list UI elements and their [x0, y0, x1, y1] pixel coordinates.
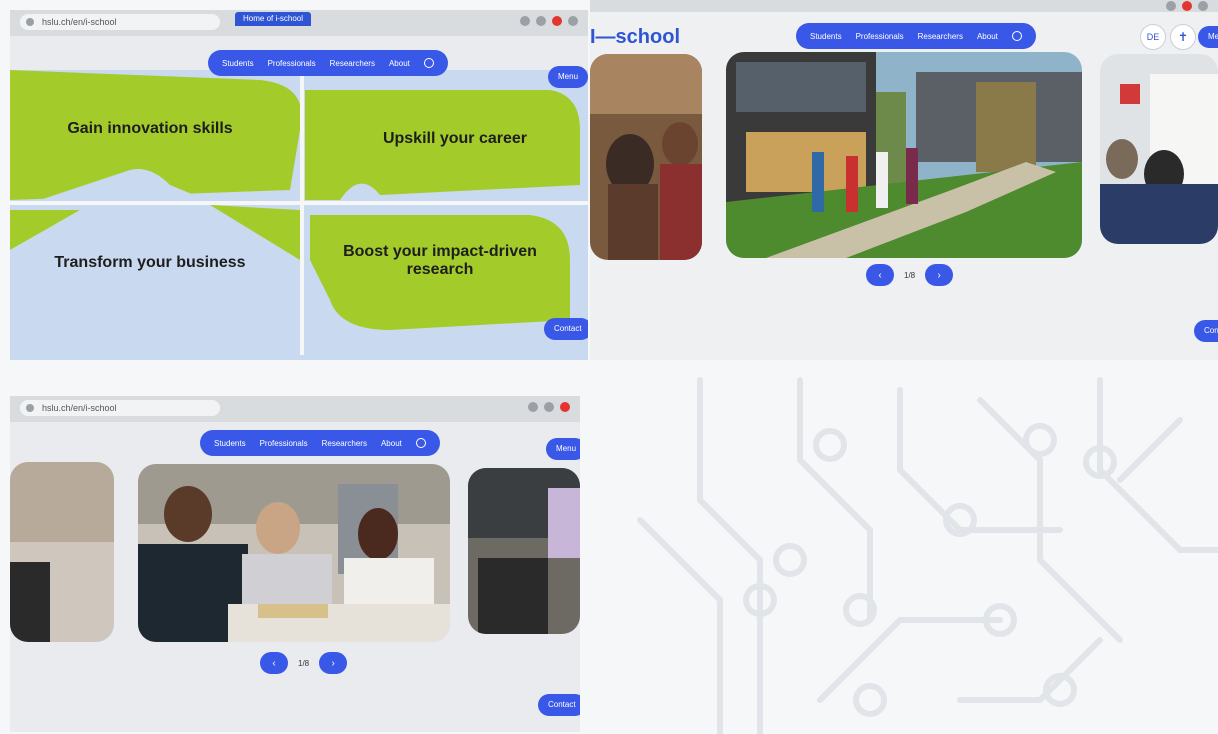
- profile-icon[interactable]: [560, 402, 570, 412]
- carousel-counter: 1/8: [298, 658, 310, 668]
- browser-toolbar: [590, 0, 1218, 12]
- nav-students[interactable]: Students: [214, 439, 246, 448]
- tile-gain-innovation[interactable]: Gain innovation skills: [60, 120, 240, 138]
- nav-about[interactable]: About: [977, 32, 998, 41]
- carousel-photo-next[interactable]: [468, 468, 580, 634]
- carousel-photo-prev[interactable]: [10, 462, 114, 642]
- accessibility-icon[interactable]: ✝: [1170, 24, 1196, 50]
- nav-about[interactable]: About: [381, 439, 402, 448]
- toolbar-icons: [1166, 1, 1208, 11]
- carousel-pager: ‹ 1/8 ›: [866, 264, 954, 286]
- screenshot-carousel-campus: I—school Students Professionals Research…: [590, 0, 1218, 360]
- nav-researchers[interactable]: Researchers: [322, 439, 367, 448]
- address-bar[interactable]: hslu.ch/en/i-school: [20, 400, 220, 416]
- tile-boost-research[interactable]: Boost your impact-driven research: [340, 243, 540, 279]
- contact-button[interactable]: Contact: [1194, 320, 1218, 342]
- menu-button[interactable]: Menu: [548, 66, 588, 88]
- carousel-counter: 1/8: [904, 270, 916, 280]
- bookmark-icon[interactable]: [544, 402, 554, 412]
- menu-button[interactable]: Menu: [546, 438, 580, 460]
- extension-icon[interactable]: [1166, 1, 1176, 11]
- tile-upskill-career[interactable]: Upskill your career: [360, 130, 550, 148]
- screenshot-carousel-classroom: hslu.ch/en/i-school Students Professiona…: [10, 396, 580, 732]
- chevron-right-icon[interactable]: ›: [319, 652, 348, 674]
- nav-researchers[interactable]: Researchers: [330, 59, 375, 68]
- nav-students[interactable]: Students: [810, 32, 842, 41]
- toolbar-icons: [528, 402, 570, 412]
- carousel-photo-classroom[interactable]: [138, 464, 450, 642]
- logo[interactable]: I—school: [590, 26, 680, 49]
- extension-icon[interactable]: [528, 402, 538, 412]
- screenshot-tiles: hslu.ch/en/i-school Home of i-school Stu…: [10, 10, 588, 360]
- top-nav: Students Professionals Researchers About: [796, 23, 1036, 49]
- chevron-left-icon[interactable]: ‹: [866, 264, 894, 286]
- contact-button[interactable]: Contact: [544, 318, 588, 340]
- chevron-right-icon[interactable]: ›: [925, 264, 954, 286]
- browser-toolbar: hslu.ch/en/i-school: [10, 396, 580, 422]
- nav-students[interactable]: Students: [222, 59, 254, 68]
- site-info-icon: [26, 404, 34, 412]
- nav-professionals[interactable]: Professionals: [856, 32, 904, 41]
- chevron-left-icon[interactable]: ‹: [260, 652, 288, 674]
- tile-transform-business[interactable]: Transform your business: [40, 254, 260, 272]
- search-icon[interactable]: [415, 438, 426, 448]
- nav-professionals[interactable]: Professionals: [268, 59, 316, 68]
- carousel-photo-campus[interactable]: [726, 52, 1082, 258]
- url-text: hslu.ch/en/i-school: [42, 403, 117, 413]
- nav-about[interactable]: About: [389, 59, 410, 68]
- menu-dots-icon[interactable]: [1198, 1, 1208, 11]
- language-button[interactable]: DE: [1140, 24, 1166, 50]
- nav-professionals[interactable]: Professionals: [260, 439, 308, 448]
- search-icon[interactable]: [1011, 31, 1022, 41]
- carousel-photo-prev[interactable]: [590, 54, 702, 260]
- contact-button[interactable]: Contact: [538, 694, 580, 716]
- top-nav: Students Professionals Researchers About: [208, 50, 448, 76]
- nav-researchers[interactable]: Researchers: [918, 32, 963, 41]
- search-icon[interactable]: [423, 58, 434, 68]
- carousel-photo-next[interactable]: [1100, 54, 1218, 244]
- carousel-pager: ‹ 1/8 ›: [260, 652, 348, 674]
- top-nav: Students Professionals Researchers About: [200, 430, 440, 456]
- profile-icon[interactable]: [1182, 1, 1192, 11]
- menu-button[interactable]: Menu: [1198, 26, 1218, 48]
